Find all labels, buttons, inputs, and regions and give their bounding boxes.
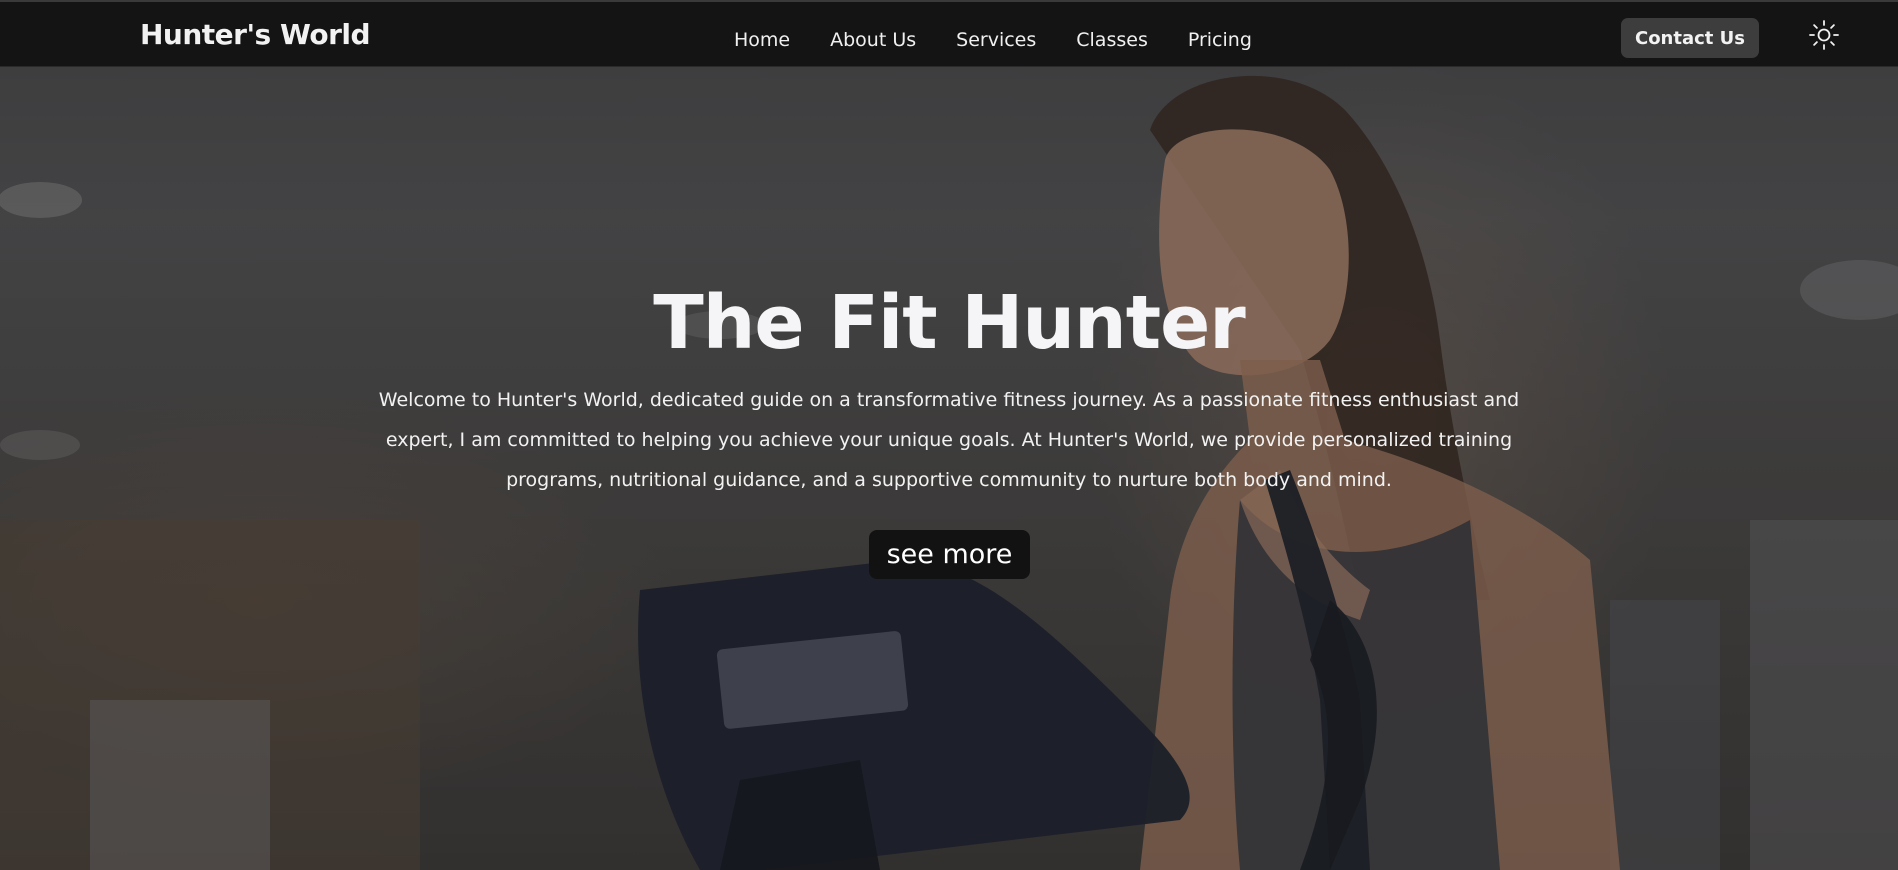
contact-us-button[interactable]: Contact Us <box>1621 18 1759 58</box>
hero-title: The Fit Hunter <box>653 280 1246 366</box>
nav-link-pricing[interactable]: Pricing <box>1188 28 1252 52</box>
nav-links: Home About Us Services Classes Pricing <box>734 28 1292 52</box>
nav-link-services[interactable]: Services <box>956 28 1036 52</box>
theme-toggle-button[interactable] <box>1808 19 1840 51</box>
sun-icon <box>1809 20 1839 50</box>
nav-link-about-us[interactable]: About Us <box>830 28 916 52</box>
navbar: Hunter's World Home About Us Services Cl… <box>0 0 1898 67</box>
hero-description: Welcome to Hunter's World, dedicated gui… <box>378 389 1520 491</box>
nav-link-home[interactable]: Home <box>734 28 790 52</box>
see-more-button[interactable]: see more <box>869 530 1030 579</box>
page: Hunter's World Home About Us Services Cl… <box>0 0 1898 870</box>
brand-logo[interactable]: Hunter's World <box>140 18 371 51</box>
nav-link-classes[interactable]: Classes <box>1076 28 1148 52</box>
